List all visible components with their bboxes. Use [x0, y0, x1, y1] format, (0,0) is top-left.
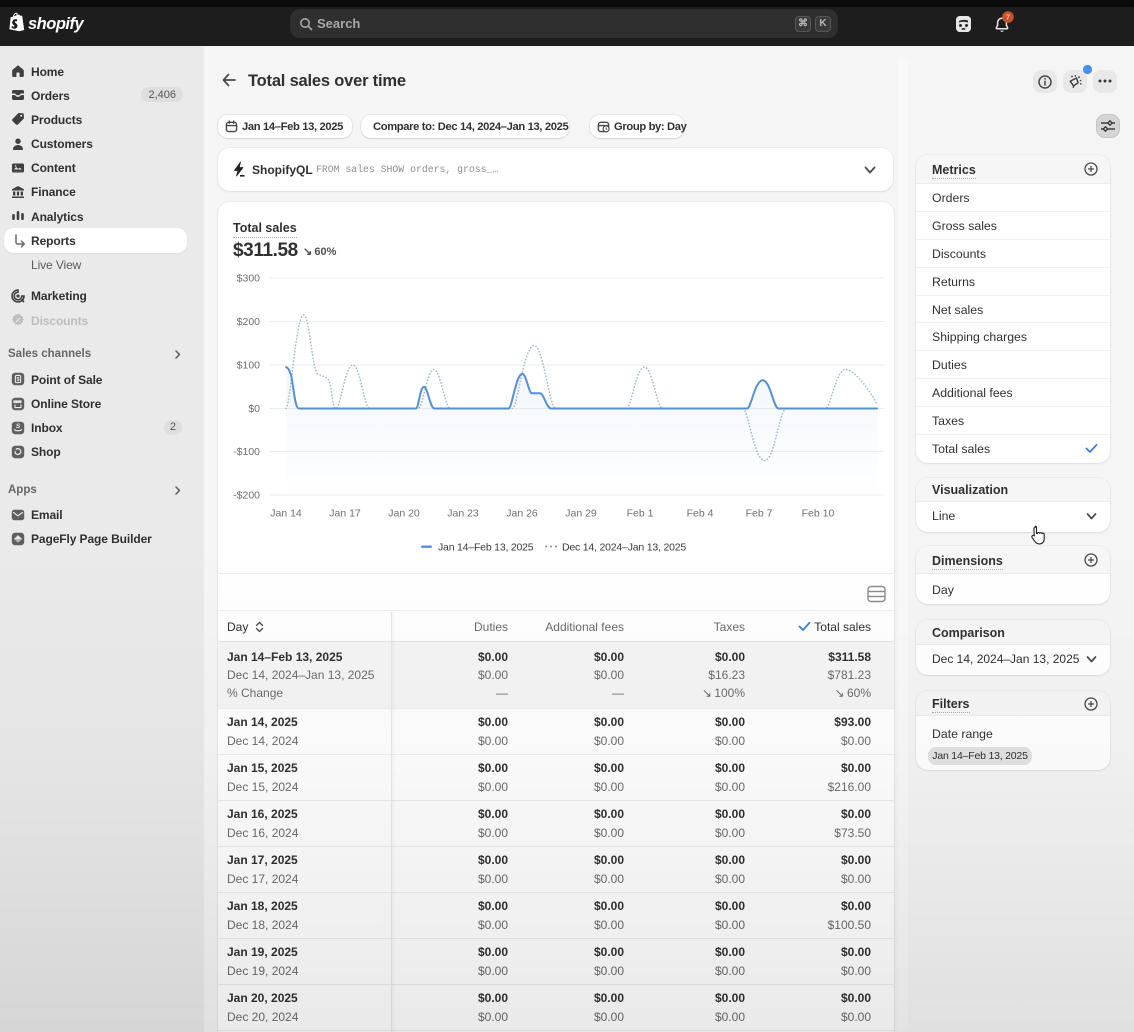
- svg-text:Jan 17: Jan 17: [329, 508, 361, 520]
- svg-text:Feb 10: Feb 10: [802, 508, 835, 520]
- svg-text:Feb 1: Feb 1: [627, 508, 654, 520]
- svg-text:Jan 26: Jan 26: [506, 508, 538, 520]
- svg-text:7: 7: [1006, 13, 1010, 22]
- svg-text:Jan 23: Jan 23: [447, 508, 479, 520]
- svg-text:Feb 4: Feb 4: [687, 508, 714, 520]
- svg-text:-$200: -$200: [233, 490, 260, 502]
- svg-text:$: $: [17, 377, 20, 383]
- svg-text:Jan 14: Jan 14: [270, 508, 302, 520]
- svg-text:$0: $0: [248, 403, 260, 415]
- svg-text:$100: $100: [237, 360, 261, 372]
- svg-text:Jan 14–Feb 13, 2025: Jan 14–Feb 13, 2025: [438, 542, 534, 554]
- svg-text:-$100: -$100: [233, 446, 260, 458]
- svg-text:Feb 7: Feb 7: [746, 508, 773, 520]
- svg-text:$300: $300: [237, 273, 261, 285]
- svg-text:S: S: [16, 423, 21, 430]
- svg-text:Jan 29: Jan 29: [565, 508, 597, 520]
- svg-text:Dec 14, 2024–Jan 13, 2025: Dec 14, 2024–Jan 13, 2025: [562, 542, 686, 554]
- svg-text:Jan 20: Jan 20: [388, 508, 420, 520]
- svg-text:$200: $200: [237, 316, 261, 328]
